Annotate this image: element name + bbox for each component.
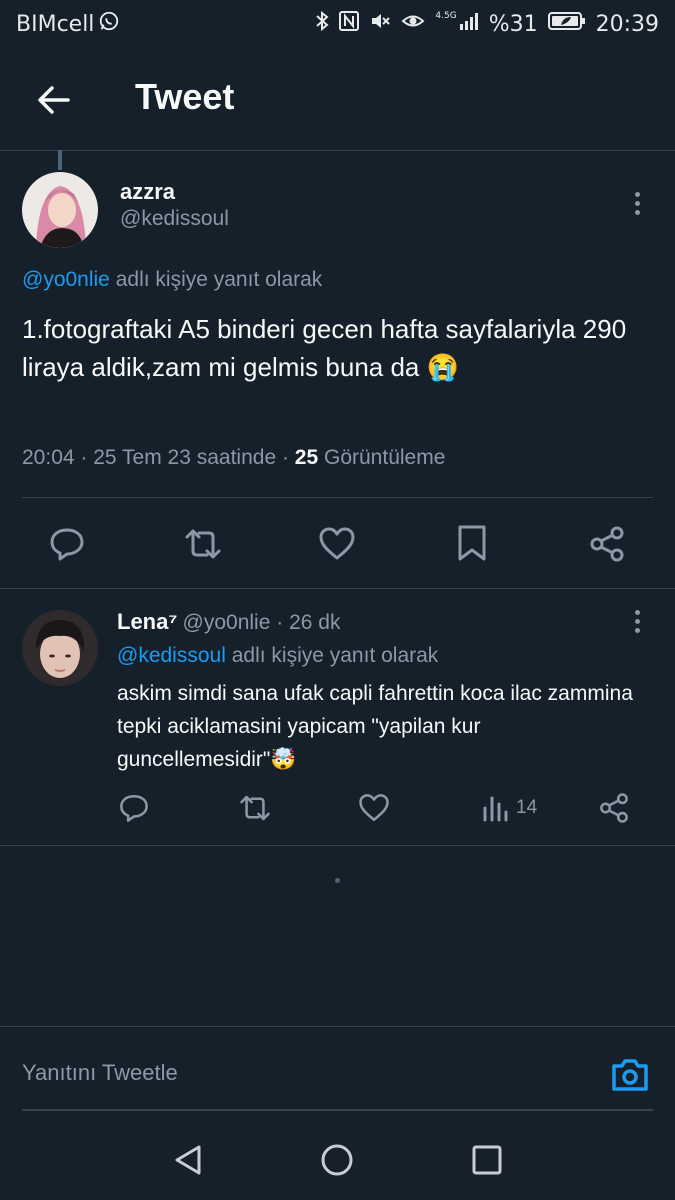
reply-mention-link[interactable]: @yo0nlie [22,268,110,291]
reply-retweet-icon[interactable] [238,792,272,824]
composer-underline [22,1109,653,1111]
loading-dot [335,878,340,883]
thread-line [58,150,62,170]
views-count: 25 [294,446,319,469]
network-type: 4.5G [435,11,457,21]
nav-recents-icon[interactable] [471,1144,503,1176]
carrier-group: BIMcell [16,10,120,38]
reply-text: askim simdi sana ufak capli fahrettin ko… [117,682,633,771]
reply-context-label: adlı kişiye yanıt olarak [225,644,439,667]
more-options-icon[interactable] [622,188,652,218]
bluetooth-icon [315,10,329,38]
divider [0,588,675,589]
views-label: Görüntüleme [318,446,446,469]
composer-divider [0,1026,675,1027]
back-arrow-icon[interactable] [32,78,76,122]
bookmark-icon[interactable] [455,523,489,563]
reply-icon[interactable] [48,525,86,563]
mute-icon [369,10,391,38]
reply-mention-link[interactable]: @kedissoul [117,644,226,667]
reply-share-icon[interactable] [598,792,630,824]
status-bar: BIMcell 4.5G %31 20:39 [0,0,675,48]
like-icon[interactable] [318,525,356,563]
reply-like-icon[interactable] [358,792,390,824]
battery-icon [547,11,586,37]
whatsapp-icon [98,10,120,38]
retweet-icon[interactable] [183,525,223,563]
reply-context-label: adlı kişiye yanıt olarak [109,268,323,291]
camera-icon[interactable] [610,1056,650,1094]
tweet-meta: 20:04 · 25 Tem 23 saatinde · 25 Görüntül… [22,446,445,470]
share-icon[interactable] [588,525,626,563]
nav-back-icon[interactable] [171,1143,205,1177]
reply-composer-input[interactable]: Yanıtını Tweetle [22,1060,178,1086]
reply-reply-context: @kedissoul adlı kişiye yanıt olarak [117,644,438,668]
tweet-text: 1.fotograftaki A5 binderi gecen hafta sa… [22,314,627,382]
reply-author-name[interactable]: Lena⁷ [117,609,177,634]
reply-views-group[interactable]: 14 [482,794,537,822]
reply-reply-icon[interactable] [118,792,150,824]
battery-percent: %31 [488,11,538,37]
signal-icon [459,11,479,37]
author-name[interactable]: azzra [120,179,175,205]
divider [0,845,675,846]
reply-views-count: 14 [516,797,538,818]
reply-context: @yo0nlie adlı kişiye yanıt olarak [22,268,322,292]
clock: 20:39 [595,11,659,37]
reply-author-line: Lena⁷ @yo0nlie · 26 dk [117,609,340,635]
carrier-name: BIMcell [16,11,95,37]
status-icons: 4.5G %31 20:39 [315,10,659,38]
page-title: Tweet [135,76,235,117]
system-navigation-bar [0,1120,675,1200]
reply-author-avatar[interactable] [22,610,98,686]
author-avatar[interactable] [22,172,98,248]
eye-icon [401,10,425,38]
nfc-icon [339,10,360,38]
tweet-timestamp[interactable]: 20:04 · 25 Tem 23 saatinde · [22,446,295,469]
nav-home-icon[interactable] [320,1143,354,1177]
divider [22,497,653,498]
analytics-icon [482,794,508,822]
header: Tweet [0,48,675,151]
author-handle[interactable]: @kedissoul [120,207,229,231]
reply-more-options-icon[interactable] [622,606,652,636]
reply-author-handle[interactable]: @yo0nlie [183,611,271,634]
reply-time[interactable]: · 26 dk [270,611,340,634]
